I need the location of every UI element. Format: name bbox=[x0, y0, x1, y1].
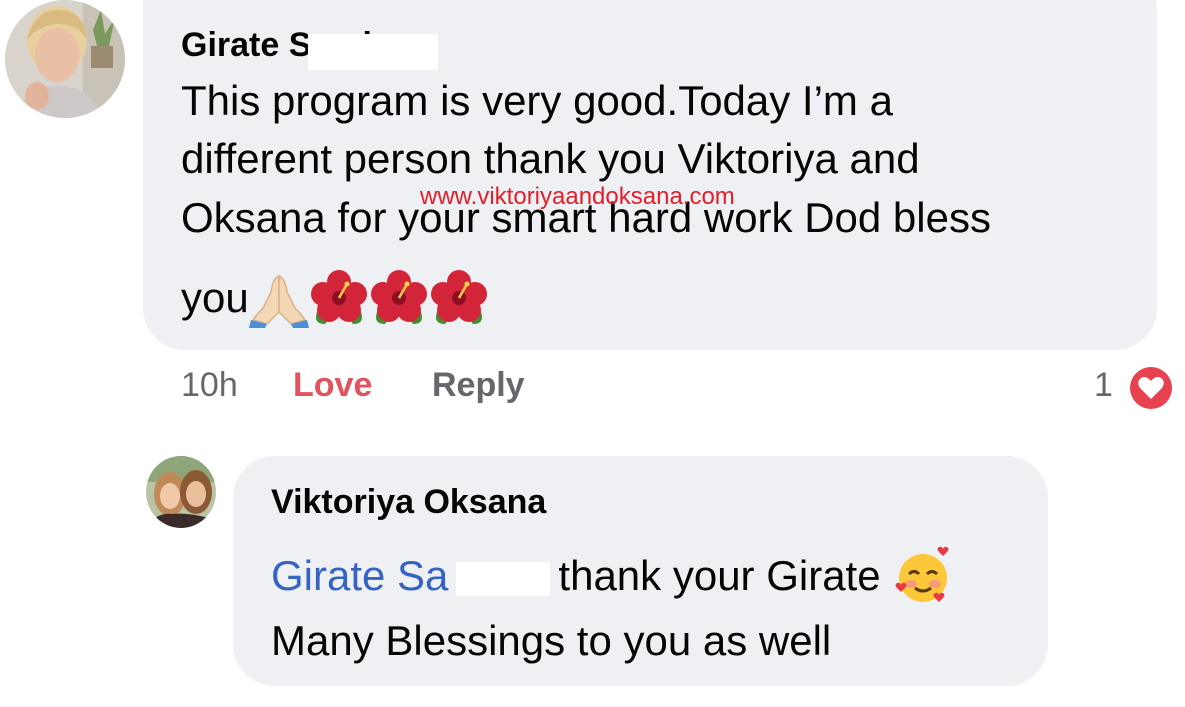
hibiscus-icon bbox=[309, 268, 369, 328]
reply-text-line: Girate Sa thank your Girate bbox=[271, 546, 953, 606]
redaction-box bbox=[308, 34, 438, 70]
heart-reaction-icon[interactable] bbox=[1127, 364, 1175, 412]
reply-text-line: Many Blessings to you as well bbox=[271, 617, 832, 664]
mention-link[interactable]: Girate Sa bbox=[271, 547, 448, 605]
reply-author-name[interactable]: Viktoriya Oksana bbox=[271, 483, 546, 522]
smiling-face-with-hearts-icon bbox=[893, 546, 953, 606]
comment-text-line-last: you bbox=[181, 268, 489, 328]
comment-timestamp[interactable]: 10h bbox=[181, 366, 238, 405]
hibiscus-icon bbox=[429, 268, 489, 328]
comment-text-line: This program is very good.Today I’m a bbox=[181, 77, 893, 124]
love-button[interactable]: Love bbox=[293, 366, 372, 405]
reply-text: thank your Girate bbox=[558, 552, 881, 599]
comment-author-avatar[interactable] bbox=[5, 0, 125, 118]
reply-author-avatar[interactable] bbox=[146, 456, 216, 528]
reply-button[interactable]: Reply bbox=[432, 366, 525, 405]
hibiscus-icon bbox=[369, 268, 429, 328]
redaction-box bbox=[456, 562, 550, 596]
comment-text-word: you bbox=[181, 274, 249, 321]
reaction-count[interactable]: 1 bbox=[1094, 366, 1113, 405]
comment-text-line: different person thank you Viktoriya and bbox=[181, 135, 920, 182]
watermark-text: www.viktoriyaandoksana.com bbox=[420, 183, 735, 210]
folded-hands-icon bbox=[248, 268, 309, 328]
